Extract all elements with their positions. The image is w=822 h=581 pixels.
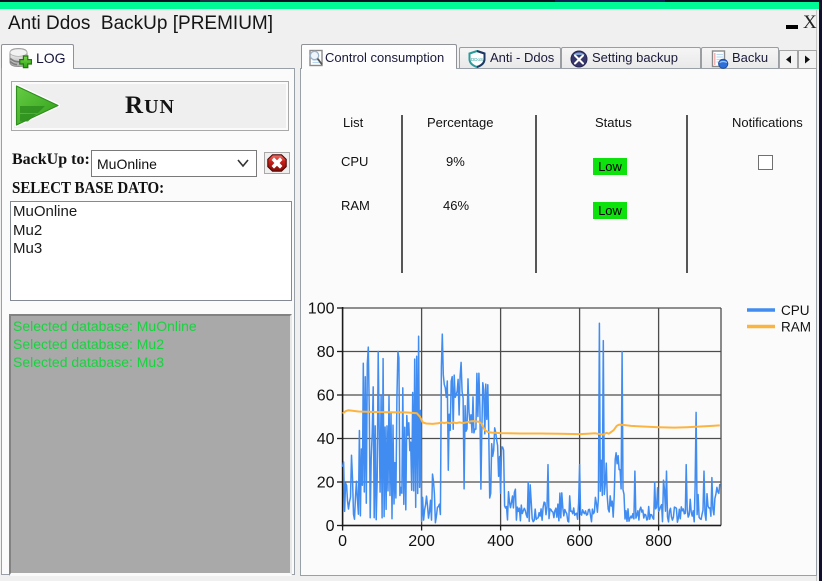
svg-text:800: 800 [645,533,672,550]
svg-text:60: 60 [317,388,335,405]
svg-text:100: 100 [308,301,335,318]
svg-text:200: 200 [408,533,435,550]
svg-text:0: 0 [338,533,347,550]
svg-text:600: 600 [566,533,593,550]
svg-text:20: 20 [317,475,335,492]
svg-text:CPU: CPU [781,303,810,318]
svg-text:40: 40 [317,431,335,448]
svg-text:400: 400 [487,533,514,550]
svg-text:80: 80 [317,344,335,361]
svg-text:RAM: RAM [781,320,811,335]
svg-text:0: 0 [326,518,335,535]
